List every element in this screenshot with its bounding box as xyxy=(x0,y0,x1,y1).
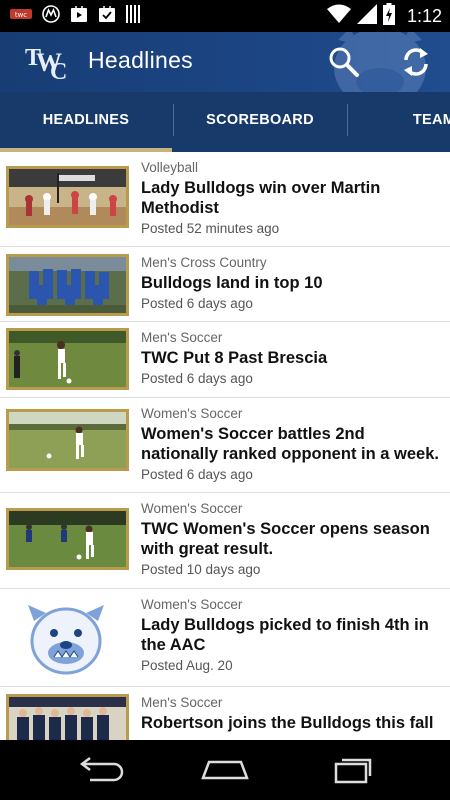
article-headline: Robertson joins the Bulldogs this fall xyxy=(141,714,434,732)
refresh-icon xyxy=(404,48,428,76)
status-time: 1:12 xyxy=(406,5,442,26)
app-bar: T W C Headlines xyxy=(0,32,450,92)
article-thumbnail xyxy=(6,409,129,471)
headline-list: Volleyball Lady Bulldogs win over Martin… xyxy=(0,152,450,740)
svg-text:C: C xyxy=(50,59,67,83)
wifi-icon xyxy=(326,4,351,29)
home-icon xyxy=(201,760,249,780)
search-icon xyxy=(329,47,359,77)
article-headline: Lady Bulldogs win over Martin Methodist xyxy=(141,179,381,217)
tab-bar: HEADLINES SCOREBOARD TEAM xyxy=(0,92,450,152)
article-headline: Women's Soccer battles 2nd nationally ra… xyxy=(141,425,439,463)
system-nav-bar xyxy=(0,740,450,800)
article-posted: Posted 10 days ago xyxy=(141,562,261,577)
list-item[interactable]: Women's Soccer Lady Bulldogs picked to f… xyxy=(0,589,450,687)
article-thumbnail xyxy=(6,508,129,570)
list-item[interactable]: Volleyball Lady Bulldogs win over Martin… xyxy=(0,152,450,247)
app-title: Headlines xyxy=(88,47,193,73)
bulldog-logo-thumbnail xyxy=(18,599,114,679)
barcode-icon xyxy=(126,4,142,28)
article-posted: Posted 6 days ago xyxy=(141,371,253,386)
back-button[interactable] xyxy=(70,754,130,786)
article-category: Women's Soccer xyxy=(141,406,243,421)
twc-logo: T W C xyxy=(24,41,70,85)
notification-icon: twc xyxy=(10,7,32,26)
play-store-icon xyxy=(70,5,88,28)
back-icon xyxy=(79,757,124,782)
svg-text:twc: twc xyxy=(15,11,27,19)
tab-scoreboard[interactable]: SCOREBOARD xyxy=(174,92,346,148)
article-posted: Posted 52 minutes ago xyxy=(141,221,280,236)
home-button[interactable] xyxy=(195,754,255,786)
list-item[interactable]: Women's Soccer TWC Women's Soccer opens … xyxy=(0,493,450,589)
search-button[interactable] xyxy=(326,44,362,80)
article-posted: Posted Aug. 20 xyxy=(141,658,233,673)
article-headline: TWC Put 8 Past Brescia xyxy=(141,349,328,367)
article-posted: Posted 6 days ago xyxy=(141,296,253,311)
article-category: Men's Soccer xyxy=(141,695,223,710)
article-posted: Posted 6 days ago xyxy=(141,467,253,482)
tab-headlines[interactable]: HEADLINES xyxy=(0,92,172,148)
article-headline: Bulldogs land in top 10 xyxy=(141,274,323,292)
recent-apps-icon xyxy=(334,758,372,784)
list-item[interactable]: Men's Cross Country Bulldogs land in top… xyxy=(0,247,450,322)
article-thumbnail xyxy=(6,328,129,390)
article-category: Women's Soccer xyxy=(141,597,243,612)
article-thumbnail xyxy=(6,254,129,316)
list-item[interactable]: Men's Soccer TWC Put 8 Past Brescia Post… xyxy=(0,322,450,398)
recent-apps-button[interactable] xyxy=(322,754,382,786)
article-category: Women's Soccer xyxy=(141,501,243,516)
battery-icon xyxy=(382,2,395,30)
motorola-icon xyxy=(42,4,60,28)
article-headline: TWC Women's Soccer opens season with gre… xyxy=(141,520,430,558)
download-icon xyxy=(98,5,116,28)
cell-signal-icon xyxy=(356,3,377,29)
article-thumbnail xyxy=(6,166,129,228)
article-category: Men's Soccer xyxy=(141,330,223,345)
article-category: Men's Cross Country xyxy=(141,255,267,270)
article-category: Volleyball xyxy=(141,160,199,175)
status-bar: twc 1:12 xyxy=(0,0,450,32)
article-headline: Lady Bulldogs picked to finish 4th in th… xyxy=(141,616,429,654)
list-item[interactable]: Men's Soccer Robertson joins the Bulldog… xyxy=(0,687,450,740)
list-item[interactable]: Women's Soccer Women's Soccer battles 2n… xyxy=(0,398,450,493)
refresh-button[interactable] xyxy=(398,44,434,80)
tab-team[interactable]: TEAM xyxy=(348,92,450,148)
article-thumbnail xyxy=(6,694,129,740)
